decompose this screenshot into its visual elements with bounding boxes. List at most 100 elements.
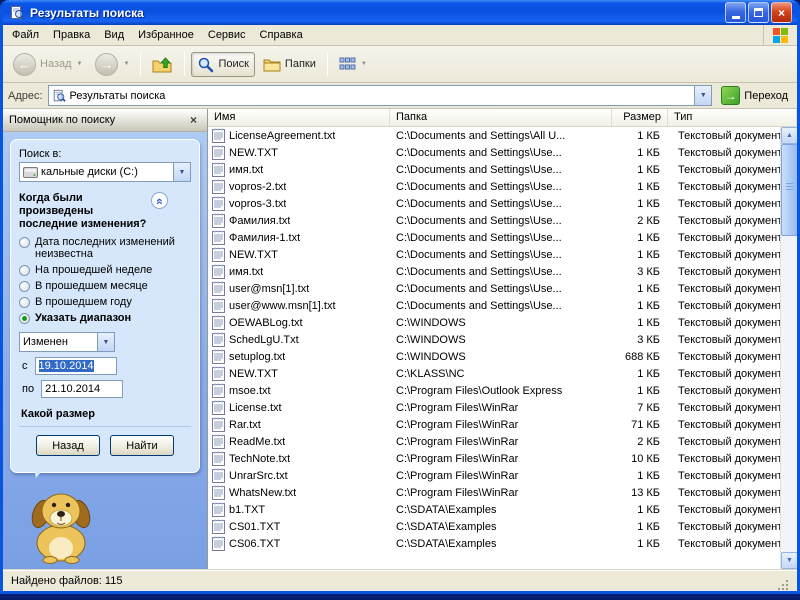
radio-label: Дата последних изменений неизвестна (35, 236, 175, 260)
radio-icon[interactable] (19, 297, 30, 308)
file-row[interactable]: License.txt C:\Program Files\WinRar 7 КБ Те… (208, 399, 780, 416)
file-folder-cell: C:\Program Files\WinRar (396, 469, 519, 482)
file-row[interactable]: WhatsNew.txt C:\Program Files\WinRar 13 КБ… (208, 484, 780, 501)
modified-dropdown-button[interactable]: ▼ (97, 333, 114, 351)
go-label: Переход (744, 89, 788, 102)
radio-icon[interactable] (19, 237, 30, 248)
scroll-down-button[interactable]: ▼ (781, 552, 797, 569)
file-row[interactable]: CS06.TXT C:\SDATA\Examples 1 КБ Текстовый д… (208, 535, 780, 552)
modified-value: Изменен (23, 336, 68, 348)
date-to-input[interactable]: 21.10.2014 (41, 380, 124, 398)
search-location-dropdown-button[interactable]: ▼ (173, 163, 190, 181)
file-folder-cell: C:\SDATA\Examples (396, 537, 497, 550)
maximize-button[interactable] (748, 2, 769, 23)
file-row[interactable]: Фамилия.txt C:\Documents and Settings\Use… (208, 212, 780, 229)
menu-item-Сервис[interactable]: Сервис (201, 26, 253, 44)
radio-label: На прошедшей неделе (35, 264, 153, 276)
back-button[interactable]: ← Назад ▼ (8, 50, 87, 79)
file-row[interactable]: NEW.TXT C:\Documents and Settings\Use... 1… (208, 144, 780, 161)
file-row[interactable]: vopros-2.txt C:\Documents and Settings\Us… (208, 178, 780, 195)
address-dropdown-button[interactable]: ▼ (694, 86, 712, 105)
file-row[interactable]: NEW.TXT C:\KLASS\NC 1 КБ Текстовый документ (208, 365, 780, 382)
modified-select[interactable]: Изменен ▼ (19, 332, 115, 352)
file-row[interactable]: user@www.msn[1].txt C:\Documents and Sett… (208, 297, 780, 314)
file-type-cell: Текстовый документ (678, 282, 780, 295)
file-row[interactable]: имя.txt C:\Documents and Settings\Use... 1… (208, 161, 780, 178)
up-button[interactable] (147, 52, 178, 76)
find-button[interactable]: Найти (110, 435, 174, 456)
address-label: Адрес: (8, 89, 43, 102)
file-row[interactable]: SchedLgU.Txt C:\WINDOWS 3 КБ Текстовый доку… (208, 331, 780, 348)
search-pane-header: Помощник по поиску × (3, 109, 207, 132)
scrollbar-thumb[interactable] (781, 144, 797, 236)
radio-icon[interactable] (19, 313, 30, 324)
file-row[interactable]: OEWABLog.txt C:\WINDOWS 1 КБ Текстовый доку… (208, 314, 780, 331)
radio-option[interactable]: В прошедшем году (19, 296, 191, 308)
menu-item-Избранное[interactable]: Избранное (131, 26, 201, 44)
file-type-cell: Текстовый документ (678, 214, 780, 227)
titlebar[interactable]: Результаты поиска × (3, 0, 797, 25)
file-name-cell: NEW.TXT (208, 145, 390, 160)
file-row[interactable]: vopros-3.txt C:\Documents and Settings\Us… (208, 195, 780, 212)
file-folder-cell: C:\Program Files\WinRar (396, 452, 519, 465)
address-input[interactable]: Результаты поиска ▼ (47, 85, 713, 106)
resize-grip[interactable] (776, 578, 789, 591)
search-button[interactable]: Поиск (191, 51, 255, 77)
radio-option[interactable]: Указать диапазон (19, 312, 191, 324)
close-button[interactable]: × (771, 2, 792, 23)
vertical-scrollbar[interactable]: ▲ ▼ (780, 127, 797, 569)
toolbar-separator (184, 52, 186, 76)
radio-option[interactable]: В прошедшем месяце (19, 280, 191, 292)
file-name-cell: SchedLgU.Txt (208, 332, 390, 347)
views-button[interactable]: ▼ (334, 54, 372, 74)
file-size-cell: 1 КБ (637, 299, 660, 312)
column-header-2[interactable]: Папка (390, 109, 612, 127)
search-pane-close-button[interactable]: × (186, 113, 201, 128)
file-row[interactable]: имя.txt C:\Documents and Settings\Use... 3… (208, 263, 780, 280)
toolbar-separator (326, 52, 328, 76)
radio-label: В прошедшем месяце (35, 280, 148, 292)
file-size-cell: 1 КБ (637, 248, 660, 261)
back-step-button[interactable]: Назад (36, 435, 100, 456)
file-row[interactable]: user@msn[1].txt C:\Documents and Settings… (208, 280, 780, 297)
windows-logo-icon (763, 25, 797, 45)
menu-item-Файл[interactable]: Файл (5, 26, 46, 44)
search-location-select[interactable]: кальные диски (C:) ▼ (19, 162, 191, 182)
file-name-cell: ReadMe.txt (208, 434, 390, 449)
file-folder-cell: C:\Program Files\WinRar (396, 418, 519, 431)
file-row[interactable]: NEW.TXT C:\Documents and Settings\Use... 1… (208, 246, 780, 263)
scroll-up-button[interactable]: ▲ (781, 127, 797, 144)
file-row[interactable]: LicenseAgreement.txt C:\Documents and Set… (208, 127, 780, 144)
menu-item-Справка[interactable]: Справка (253, 26, 310, 44)
text-document-icon (212, 247, 225, 262)
forward-button[interactable]: → ▼ (90, 50, 134, 79)
minimize-button[interactable] (725, 2, 746, 23)
column-header-1[interactable]: Имя (208, 109, 390, 127)
file-row[interactable]: CS01.TXT C:\SDATA\Examples 1 КБ Текстовый д… (208, 518, 780, 535)
file-row[interactable]: Rar.txt C:\Program Files\WinRar 71 КБ Текст… (208, 416, 780, 433)
text-document-icon (212, 281, 225, 296)
radio-icon[interactable] (19, 265, 30, 276)
file-row[interactable]: setuplog.txt C:\WINDOWS 688 КБ Текстовый до… (208, 348, 780, 365)
address-bar: Адрес: Результаты поиска ▼ → Переход (3, 83, 797, 109)
radio-option[interactable]: Дата последних изменений неизвестна (19, 236, 191, 260)
menu-item-Правка[interactable]: Правка (46, 26, 97, 44)
file-row[interactable]: Фамилия-1.txt C:\Documents and Settings\U… (208, 229, 780, 246)
file-row[interactable]: msoe.txt C:\Program Files\Outlook Express… (208, 382, 780, 399)
radio-icon[interactable] (19, 281, 30, 292)
go-button[interactable]: → Переход (717, 86, 792, 105)
file-row[interactable]: ReadMe.txt C:\Program Files\WinRar 2 КБ Тек… (208, 433, 780, 450)
column-header-3[interactable]: Размер (612, 109, 668, 127)
column-header-4[interactable]: Тип (668, 109, 797, 127)
search-dog-mascot[interactable] (19, 486, 103, 567)
folders-button[interactable]: Папки (258, 54, 321, 75)
menu-item-Вид[interactable]: Вид (97, 26, 131, 44)
file-row[interactable]: b1.TXT C:\SDATA\Examples 1 КБ Текстовый док… (208, 501, 780, 518)
collapse-section-button[interactable]: « (151, 192, 168, 209)
file-row[interactable]: TechNote.txt C:\Program Files\WinRar 10 КБ… (208, 450, 780, 467)
file-folder-cell: C:\Program Files\WinRar (396, 435, 519, 448)
radio-option[interactable]: На прошедшей неделе (19, 264, 191, 276)
file-size-cell: 1 КБ (637, 129, 660, 142)
file-row[interactable]: UnrarSrc.txt C:\Program Files\WinRar 1 КБ Т… (208, 467, 780, 484)
date-from-input[interactable]: 19.10.2014 (34, 357, 117, 375)
